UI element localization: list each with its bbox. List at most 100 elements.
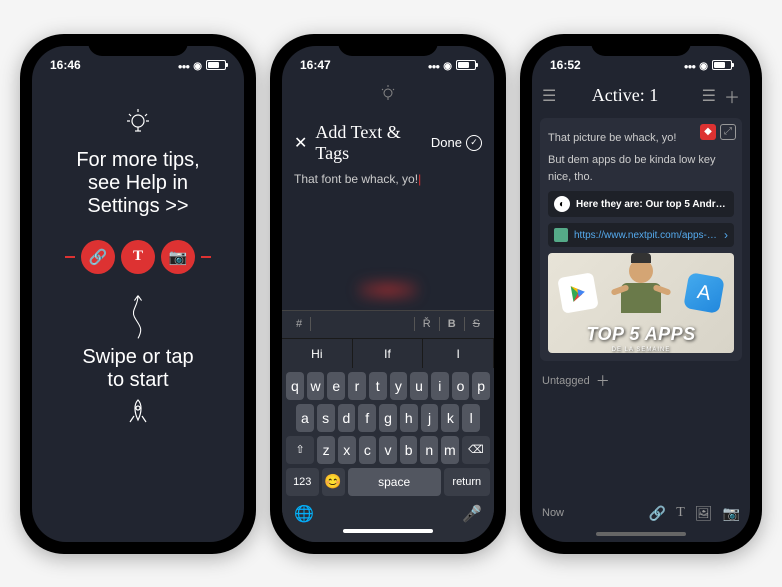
mic-key[interactable]: 🎤 bbox=[462, 504, 482, 524]
space-key[interactable]: space bbox=[348, 468, 441, 496]
suggestion-2[interactable]: If bbox=[353, 339, 424, 368]
key-r[interactable]: r bbox=[348, 372, 366, 400]
key-b[interactable]: b bbox=[400, 436, 418, 464]
key-p[interactable]: p bbox=[472, 372, 490, 400]
text-button[interactable]: T bbox=[121, 240, 155, 274]
suggestion-3[interactable]: I bbox=[423, 339, 494, 368]
bulb-icon bbox=[125, 106, 151, 143]
backspace-key[interactable]: ⌫ bbox=[462, 436, 490, 464]
key-i[interactable]: i bbox=[431, 372, 449, 400]
globe-key[interactable]: 🌐 bbox=[294, 504, 314, 524]
signal-icon bbox=[428, 58, 440, 72]
key-k[interactable]: k bbox=[441, 404, 459, 432]
notch bbox=[591, 34, 691, 56]
key-d[interactable]: d bbox=[338, 404, 356, 432]
suggestion-1[interactable]: Hi bbox=[282, 339, 353, 368]
key-v[interactable]: v bbox=[379, 436, 397, 464]
phone-1: 16:46 For more tips, see Help in Setting… bbox=[20, 34, 256, 554]
chevron-right-icon: › bbox=[724, 228, 728, 242]
key-x[interactable]: x bbox=[338, 436, 356, 464]
phone-3: 16:52 ☰ Active: 1 ☰ ＋ ◆ ⤢ That picture b… bbox=[520, 34, 762, 554]
key-y[interactable]: y bbox=[390, 372, 408, 400]
wifi-icon bbox=[443, 58, 452, 72]
preview-image[interactable]: A TOP 5 APPS DE LA SEMAINE bbox=[548, 253, 734, 353]
link-title-row[interactable]: ◐ Here they are: Our top 5 Android and i… bbox=[548, 191, 734, 217]
home-indicator[interactable] bbox=[343, 529, 433, 533]
suggestions-row: Hi If I bbox=[282, 338, 494, 368]
page-title: Active: 1 bbox=[556, 85, 693, 106]
action-row: 🔗 T 📷 bbox=[65, 240, 211, 274]
link-url: https://www.nextpit.com/apps-of-the-week… bbox=[574, 230, 718, 241]
link-title: Here they are: Our top 5 Android and iO.… bbox=[576, 199, 728, 210]
link-button[interactable]: 🔗 bbox=[81, 240, 115, 274]
check-icon: ✓ bbox=[466, 135, 482, 151]
add-tag-icon[interactable]: ＋ bbox=[596, 371, 610, 391]
battery-icon bbox=[712, 60, 732, 70]
entry-text-2: But dem apps do be kinda low key nice, t… bbox=[548, 152, 734, 185]
key-e[interactable]: e bbox=[327, 372, 345, 400]
key-w[interactable]: w bbox=[307, 372, 325, 400]
notch bbox=[88, 34, 188, 56]
keyboard: qwertyuiop asdfghjkl ⇧ zxcvbnm ⌫ 123 😊 s… bbox=[282, 368, 494, 542]
link-tool[interactable]: 🔗 bbox=[649, 505, 666, 522]
image-tool[interactable]: 🖼 bbox=[695, 505, 713, 522]
text-input[interactable]: That font be whack, yo!| bbox=[282, 172, 494, 186]
shift-key[interactable]: ⇧ bbox=[286, 436, 314, 464]
format-toolbar: # Ř B S bbox=[282, 310, 494, 338]
done-button[interactable]: Done ✓ bbox=[431, 135, 482, 151]
list-button[interactable]: ☰ bbox=[702, 86, 716, 106]
person-graphic bbox=[611, 259, 671, 329]
url-icon bbox=[554, 228, 568, 242]
key-t[interactable]: t bbox=[369, 372, 387, 400]
expand-icon[interactable]: ⤢ bbox=[720, 124, 736, 140]
red-glow bbox=[358, 280, 418, 300]
key-n[interactable]: n bbox=[420, 436, 438, 464]
bottom-toolbar: Now 🔗 T 🖼 📷 bbox=[532, 499, 750, 528]
preview-subtitle: DE LA SEMAINE bbox=[548, 347, 734, 353]
emoji-key[interactable]: 😊 bbox=[322, 468, 345, 496]
time: 16:47 bbox=[300, 58, 331, 72]
phone-2: 16:47 ✕ Add Text & Tags Done ✓ That font… bbox=[270, 34, 506, 554]
hash-button[interactable]: # bbox=[290, 318, 308, 330]
key-m[interactable]: m bbox=[441, 436, 459, 464]
add-button[interactable]: ＋ bbox=[724, 84, 740, 108]
key-o[interactable]: o bbox=[452, 372, 470, 400]
key-a[interactable]: a bbox=[296, 404, 314, 432]
tips-text: For more tips, see Help in Settings >> bbox=[76, 149, 199, 218]
accent-button[interactable]: Ř bbox=[417, 318, 437, 330]
key-q[interactable]: q bbox=[286, 372, 304, 400]
return-key[interactable]: return bbox=[444, 468, 490, 496]
swipe-text: Swipe or tap to start bbox=[82, 346, 193, 392]
camera-tool[interactable]: 📷 bbox=[723, 505, 740, 522]
key-z[interactable]: z bbox=[317, 436, 335, 464]
battery-icon bbox=[206, 60, 226, 70]
time: 16:52 bbox=[550, 58, 581, 72]
num-key[interactable]: 123 bbox=[286, 468, 319, 496]
signal-icon bbox=[178, 58, 190, 72]
key-g[interactable]: g bbox=[379, 404, 397, 432]
key-f[interactable]: f bbox=[358, 404, 376, 432]
menu-button[interactable]: ☰ bbox=[542, 86, 556, 106]
key-c[interactable]: c bbox=[359, 436, 377, 464]
tag-icon[interactable]: ◆ bbox=[700, 124, 716, 140]
key-l[interactable]: l bbox=[462, 404, 480, 432]
tag-row[interactable]: Untagged ＋ bbox=[532, 365, 750, 397]
signal-icon bbox=[684, 58, 696, 72]
close-button[interactable]: ✕ bbox=[294, 133, 307, 153]
bold-button[interactable]: B bbox=[442, 318, 462, 330]
home-indicator[interactable] bbox=[596, 532, 686, 536]
key-s[interactable]: s bbox=[317, 404, 335, 432]
key-u[interactable]: u bbox=[410, 372, 428, 400]
site-icon: ◐ bbox=[554, 196, 570, 212]
text-tool[interactable]: T bbox=[676, 505, 685, 521]
entry-card[interactable]: ◆ ⤢ That picture be whack, yo! But dem a… bbox=[540, 118, 742, 362]
time: 16:46 bbox=[50, 58, 81, 72]
link-url-row[interactable]: https://www.nextpit.com/apps-of-the-week… bbox=[548, 223, 734, 247]
rocket-icon bbox=[126, 398, 150, 433]
camera-button[interactable]: 📷 bbox=[161, 240, 195, 274]
key-j[interactable]: j bbox=[421, 404, 439, 432]
strike-button[interactable]: S bbox=[467, 318, 486, 330]
preview-title: TOP 5 APPS bbox=[548, 324, 734, 345]
key-h[interactable]: h bbox=[400, 404, 418, 432]
wifi-icon bbox=[699, 58, 708, 72]
